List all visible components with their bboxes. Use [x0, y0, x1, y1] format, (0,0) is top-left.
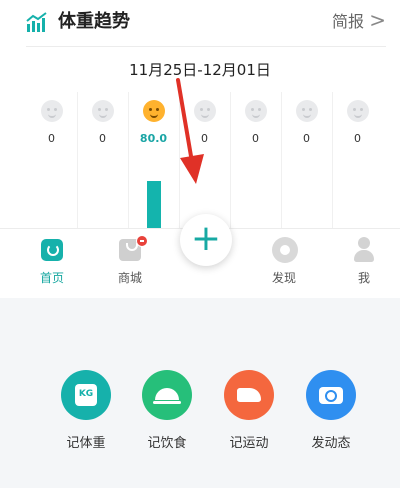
weight-bar — [147, 181, 161, 234]
tab-me[interactable]: 我 — [334, 229, 394, 293]
day-column[interactable]: 0 — [26, 92, 78, 234]
tab-me-label: 我 — [357, 271, 370, 285]
mood-face-icon — [296, 100, 318, 122]
page-title: 体重趋势 — [58, 11, 130, 32]
tab-home[interactable]: 首页 — [22, 229, 82, 293]
chevron-right-icon[interactable]: > — [369, 8, 386, 32]
running-shoe-icon — [224, 370, 274, 420]
header-divider — [26, 46, 386, 47]
camera-icon — [306, 370, 356, 420]
mood-face-icon — [92, 100, 114, 122]
tab-discover[interactable]: 发现 — [254, 229, 314, 293]
date-range-label: 11月25日-12月01日 — [129, 61, 271, 79]
home-icon — [41, 239, 63, 261]
day-column[interactable]: 0 — [332, 92, 383, 234]
day-value: 0 — [99, 132, 106, 145]
kg-text: KG — [78, 389, 94, 399]
record-diet-label: 记饮食 — [147, 436, 187, 451]
food-cloche-icon — [142, 370, 192, 420]
record-sport-label: 记运动 — [229, 436, 269, 451]
add-record-button[interactable]: + — [180, 214, 232, 266]
mood-face-icon — [245, 100, 267, 122]
tab-home-label: 首页 — [39, 271, 64, 285]
mood-face-active-icon — [143, 100, 165, 122]
record-weight-button[interactable]: KG 记体重 — [51, 370, 121, 451]
header: 体重趋势 简报 > — [0, 0, 400, 44]
day-column[interactable]: 0 — [281, 92, 333, 234]
day-column[interactable]: 0 — [77, 92, 129, 234]
discover-icon — [272, 237, 298, 263]
day-value: 0 — [252, 132, 259, 145]
record-sport-button[interactable]: 记运动 — [214, 370, 284, 451]
annotation-arrow-icon — [176, 78, 204, 184]
quick-action-sheet: KG 记体重 记饮食 记运动 发动态 — [0, 298, 400, 488]
scale-weight-icon: KG — [61, 370, 111, 420]
trend-chart-icon — [26, 12, 47, 32]
report-link[interactable]: 简报 — [332, 10, 364, 34]
user-icon — [354, 237, 374, 263]
post-status-label: 发动态 — [311, 436, 351, 451]
notification-badge — [136, 235, 148, 247]
record-diet-button[interactable]: 记饮食 — [132, 370, 202, 451]
tab-discover-label: 发现 — [271, 271, 296, 285]
mood-face-icon — [347, 100, 369, 122]
tab-shop-label: 商城 — [117, 271, 142, 285]
mood-face-icon — [41, 100, 63, 122]
day-column[interactable]: 0 — [230, 92, 282, 234]
tab-shop[interactable]: 商城 — [100, 229, 160, 293]
day-value: 0 — [354, 132, 361, 145]
post-status-button[interactable]: 发动态 — [296, 370, 366, 451]
record-weight-label: 记体重 — [66, 436, 106, 451]
day-value: 0 — [48, 132, 55, 145]
day-value: 0 — [303, 132, 310, 145]
